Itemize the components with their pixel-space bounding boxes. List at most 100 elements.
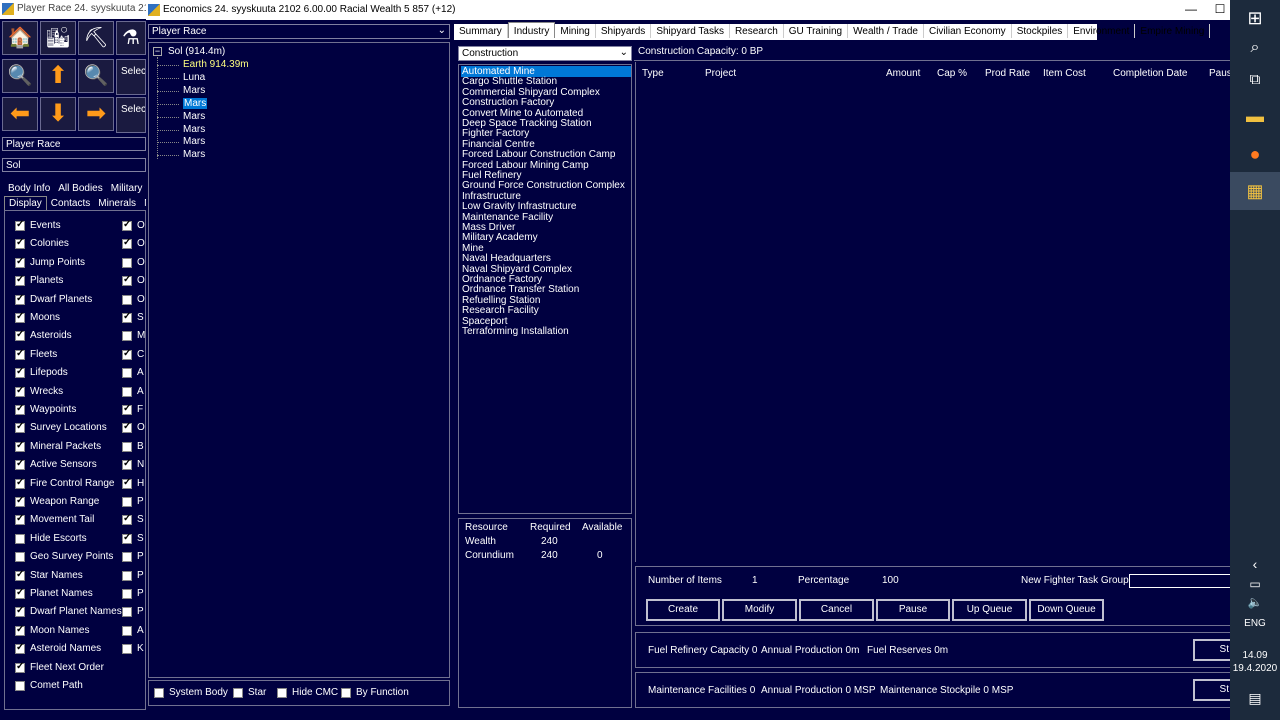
notifications-icon[interactable]: ▤	[1243, 686, 1267, 710]
display-option-checkbox-right[interactable]	[122, 458, 132, 471]
display-option-checkbox[interactable]	[15, 624, 25, 636]
tab-military[interactable]: Military	[107, 182, 147, 195]
installation-item[interactable]: Ground Force Construction Complex	[461, 180, 626, 191]
display-option-checkbox-right[interactable]	[122, 589, 132, 599]
display-option-checkbox[interactable]	[15, 403, 25, 415]
display-option-checkbox[interactable]	[15, 366, 25, 379]
installation-item[interactable]: Commercial Shipyard Complex	[461, 87, 601, 98]
tactical-system-select[interactable]: Sol	[2, 158, 146, 172]
installation-item[interactable]: Fighter Factory	[461, 128, 530, 139]
pan-right-button[interactable]: ➡	[78, 97, 114, 131]
display-option-checkbox-right[interactable]	[122, 477, 132, 489]
installation-item[interactable]: Mine	[461, 243, 485, 254]
tab-shipyard-tasks[interactable]: Shipyard Tasks	[651, 24, 730, 38]
col-project[interactable]: Project	[705, 68, 736, 79]
clock-time[interactable]: 14.09	[1230, 650, 1280, 661]
tab-environment[interactable]: Environment	[1068, 24, 1136, 38]
volume-icon[interactable]: 🔈	[1243, 590, 1267, 614]
display-option-checkbox[interactable]	[15, 293, 25, 305]
tab-display[interactable]: Display	[4, 196, 47, 210]
installation-item-selected[interactable]: Automated Mine	[461, 66, 631, 77]
installation-item[interactable]: Forced Labour Construction Camp	[461, 149, 616, 160]
display-option-checkbox-right[interactable]	[122, 311, 132, 323]
filter-checkbox[interactable]	[154, 688, 164, 698]
display-option-checkbox[interactable]	[15, 642, 25, 655]
display-option-checkbox[interactable]	[15, 311, 25, 323]
tab-wealth-trade[interactable]: Wealth / Trade	[848, 24, 924, 38]
display-option-checkbox[interactable]	[15, 533, 25, 544]
research-button[interactable]: ⚗	[116, 21, 146, 55]
display-option-checkbox[interactable]	[15, 421, 25, 434]
display-option-checkbox-right[interactable]	[122, 237, 132, 250]
display-option-checkbox[interactable]	[15, 219, 25, 231]
display-option-checkbox[interactable]	[15, 605, 25, 618]
installation-item[interactable]: Low Gravity Infrastructure	[461, 201, 577, 212]
tree-item-selected[interactable]: Mars	[183, 97, 208, 109]
clock-date[interactable]: 19.4.2020	[1230, 663, 1280, 674]
display-option-checkbox-right[interactable]	[122, 331, 132, 342]
tree-item[interactable]: Mars	[183, 124, 205, 135]
fighter-task-group-select[interactable]	[1129, 574, 1231, 588]
display-option-checkbox-right[interactable]	[122, 441, 132, 452]
display-option-checkbox-right[interactable]	[122, 294, 132, 305]
pan-up-button[interactable]: ⬆	[40, 59, 76, 93]
cancel-button[interactable]: Cancel	[799, 599, 874, 621]
display-option-checkbox[interactable]	[15, 661, 25, 673]
col-amount[interactable]: Amount	[886, 68, 920, 79]
aurora-app-icon[interactable]: ▦	[1243, 179, 1267, 203]
fuel-stop-button[interactable]: St	[1193, 639, 1231, 661]
display-option-checkbox-right[interactable]	[122, 368, 132, 379]
tab-all-bodies[interactable]: All Bodies	[54, 182, 106, 195]
display-option-checkbox-right[interactable]	[122, 257, 132, 268]
display-option-checkbox-right[interactable]	[122, 348, 132, 360]
installation-item[interactable]: Naval Headquarters	[461, 253, 552, 264]
collapse-icon[interactable]: −	[153, 47, 162, 56]
tab-minerals[interactable]: Minerals	[94, 197, 140, 210]
col-cap[interactable]: Cap %	[937, 68, 967, 79]
folder-icon[interactable]: ▬	[1243, 104, 1267, 128]
installation-item[interactable]: Maintenance Facility	[461, 212, 554, 223]
filter-checkbox[interactable]	[233, 688, 243, 698]
display-option-checkbox-right[interactable]	[122, 644, 132, 655]
select-button-1[interactable]: Select L	[116, 59, 146, 95]
maintenance-stop-button[interactable]: St	[1193, 679, 1231, 701]
tab-contacts[interactable]: Contacts	[47, 197, 94, 210]
installation-item[interactable]: Spaceport	[461, 316, 509, 327]
pause-button[interactable]: Pause	[876, 599, 950, 621]
installation-item[interactable]: Financial Centre	[461, 139, 536, 150]
percentage-value[interactable]: 100	[882, 575, 899, 586]
tree-item[interactable]: Mars	[183, 136, 205, 147]
start-icon[interactable]: ⊞	[1243, 6, 1267, 30]
display-option-checkbox-right[interactable]	[122, 386, 132, 397]
installation-item[interactable]: Terraforming Installation	[461, 326, 570, 337]
installation-item[interactable]: Naval Shipyard Complex	[461, 264, 573, 275]
tab-empire-mining[interactable]: Empire Mining	[1135, 24, 1211, 38]
firefox-icon[interactable]: ●	[1243, 142, 1267, 166]
tab-mining[interactable]: Mining	[555, 24, 596, 38]
col-prod-rate[interactable]: Prod Rate	[985, 68, 1030, 79]
display-option-checkbox[interactable]	[15, 329, 25, 342]
display-option-checkbox-right[interactable]	[122, 497, 132, 507]
display-option-checkbox[interactable]	[15, 552, 25, 563]
language-indicator[interactable]: ENG	[1230, 618, 1280, 629]
display-option-checkbox[interactable]	[15, 587, 25, 599]
tree-item[interactable]: Luna	[183, 72, 205, 83]
installation-item[interactable]: Research Facility	[461, 305, 540, 316]
display-option-checkbox-right[interactable]	[122, 219, 132, 231]
installation-item[interactable]: Infrastructure	[461, 191, 522, 202]
installation-item[interactable]: Ordnance Factory	[461, 274, 543, 285]
select-button-2[interactable]: Select Len	[116, 97, 146, 133]
filter-checkbox[interactable]	[277, 688, 287, 698]
tab-civilian-economy[interactable]: Civilian Economy	[924, 24, 1012, 38]
display-option-checkbox-right[interactable]	[122, 532, 132, 544]
tab-shipyards[interactable]: Shipyards	[596, 24, 652, 38]
display-option-checkbox[interactable]	[15, 495, 25, 507]
minimize-button[interactable]: —	[1176, 2, 1206, 18]
tab-body-info[interactable]: Body Info	[4, 182, 54, 195]
display-option-checkbox-right[interactable]	[122, 552, 132, 563]
pan-down-button[interactable]: ⬇	[40, 97, 76, 131]
tree-root-sol[interactable]: Sol (914.4m)	[168, 46, 225, 57]
col-type[interactable]: Type	[642, 68, 664, 79]
tactical-race-select[interactable]: Player Race	[2, 137, 146, 151]
display-option-checkbox[interactable]	[15, 458, 25, 471]
